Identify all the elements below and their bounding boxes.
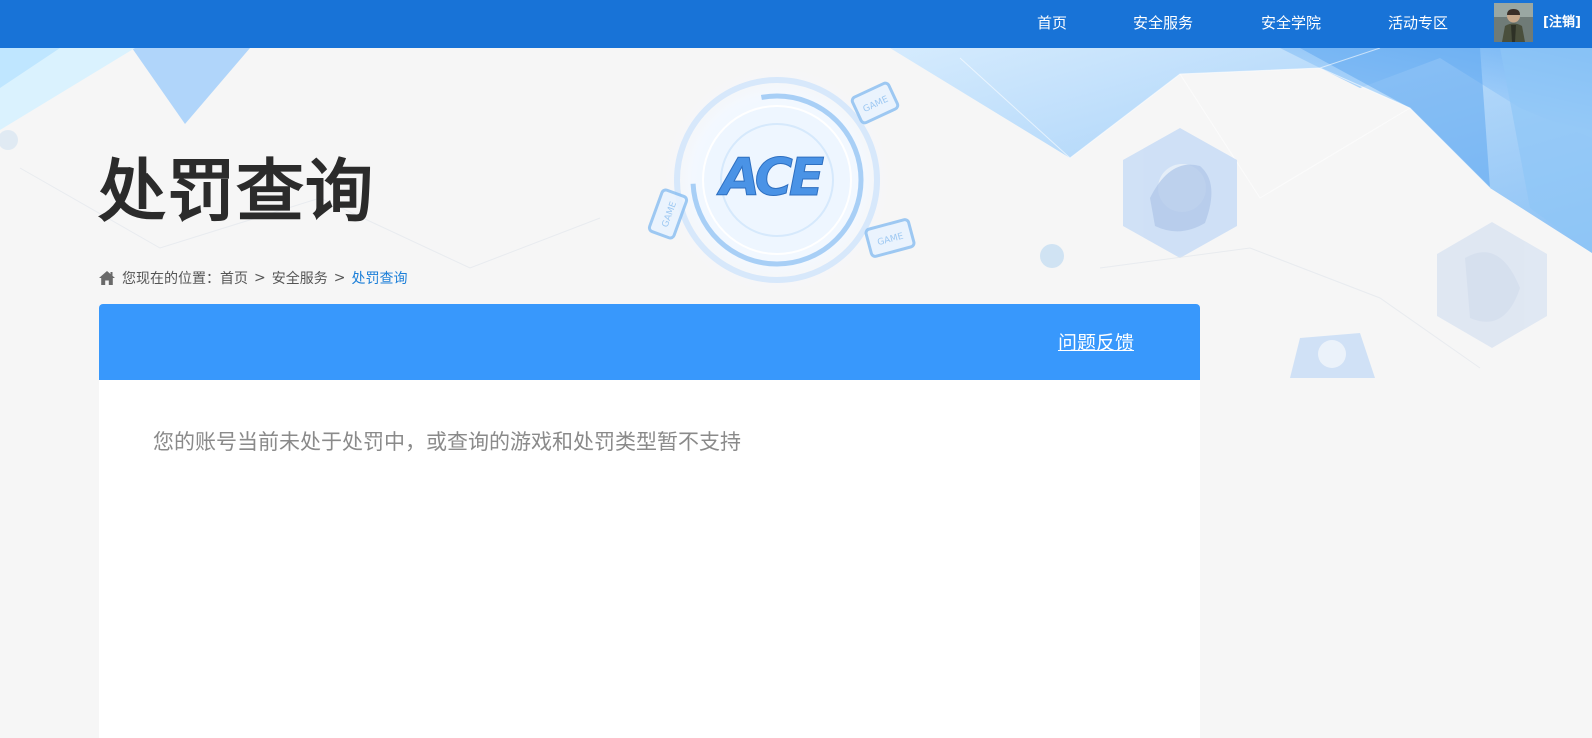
- user-avatar[interactable]: [1494, 3, 1533, 42]
- ace-logo-text: ACE: [716, 148, 824, 208]
- top-navigation-bar: 首页 安全服务 安全学院 活动专区 [注销]: [0, 0, 1592, 48]
- nav-item-security-academy[interactable]: 安全学院: [1261, 0, 1321, 48]
- nav-item-home[interactable]: 首页: [1037, 0, 1067, 48]
- nav-item-events[interactable]: 活动专区: [1388, 0, 1448, 48]
- result-card: 问题反馈 您的账号当前未处于处罚中，或查询的游戏和处罚类型暂不支持: [99, 304, 1200, 738]
- feedback-link[interactable]: 问题反馈: [1058, 328, 1134, 355]
- logout-link[interactable]: [注销]: [1543, 0, 1581, 48]
- breadcrumb: 您现在的位置： 首页 > 安全服务 > 处罚查询: [98, 268, 407, 288]
- avatar-image: [1494, 3, 1533, 42]
- card-header: 问题反馈: [99, 304, 1200, 380]
- breadcrumb-current: 处罚查询: [351, 271, 408, 287]
- breadcrumb-security-services[interactable]: 安全服务: [272, 268, 328, 288]
- penalty-status-message: 您的账号当前未处于处罚中，或查询的游戏和处罚类型暂不支持: [153, 430, 741, 454]
- card-body: 您的账号当前未处于处罚中，或查询的游戏和处罚类型暂不支持: [99, 380, 1200, 502]
- nav-item-security-services[interactable]: 安全服务: [1133, 0, 1193, 48]
- page-root: 首页 安全服务 安全学院 活动专区 [注销] ACE GAME GAME GAM…: [0, 0, 1592, 738]
- page-title: 处罚查询: [98, 153, 375, 232]
- breadcrumb-separator: >: [254, 270, 266, 286]
- home-icon: [99, 271, 115, 285]
- breadcrumb-separator: >: [333, 270, 346, 286]
- breadcrumb-prefix: 您现在的位置：: [122, 271, 220, 287]
- breadcrumb-home[interactable]: 首页: [220, 268, 248, 288]
